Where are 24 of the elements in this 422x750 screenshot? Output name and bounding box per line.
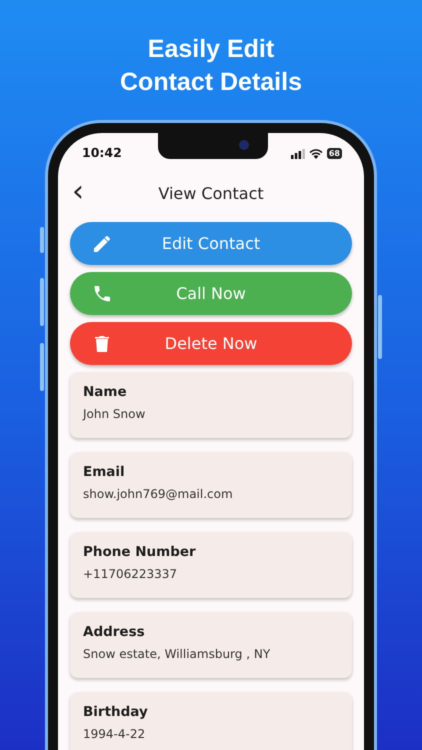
call-button[interactable]: Call Now <box>70 272 352 315</box>
field-value: 1994-4-22 <box>83 727 146 742</box>
screen-title: View Contact <box>158 183 264 205</box>
field-label: Phone Number <box>83 544 197 561</box>
trash-icon <box>92 334 112 354</box>
back-button[interactable]: ‹ <box>70 177 84 211</box>
wifi-icon <box>308 148 323 158</box>
field-value: John Snow <box>83 407 146 422</box>
status-time: 10:42 <box>82 144 122 162</box>
signal-icon <box>290 148 305 158</box>
field-value: +11706223337 <box>83 567 178 582</box>
field-value: Snow estate, Williamsburg , NY <box>83 647 272 662</box>
field-value: show.john769@mail.com <box>83 487 234 502</box>
field-label: Email <box>83 464 126 481</box>
delete-button[interactable]: Delete Now <box>70 322 352 365</box>
headline: Contact Details <box>119 67 303 98</box>
edit-button[interactable]: Edit Contact <box>70 222 352 265</box>
field-label: Name <box>83 384 128 401</box>
pencil-icon <box>92 234 112 254</box>
phone-icon <box>92 284 112 304</box>
field-label: Address <box>83 624 146 641</box>
battery-indicator: 68 <box>326 148 342 159</box>
field-label: Birthday <box>83 704 149 721</box>
headline: Easily Edit <box>146 34 276 65</box>
